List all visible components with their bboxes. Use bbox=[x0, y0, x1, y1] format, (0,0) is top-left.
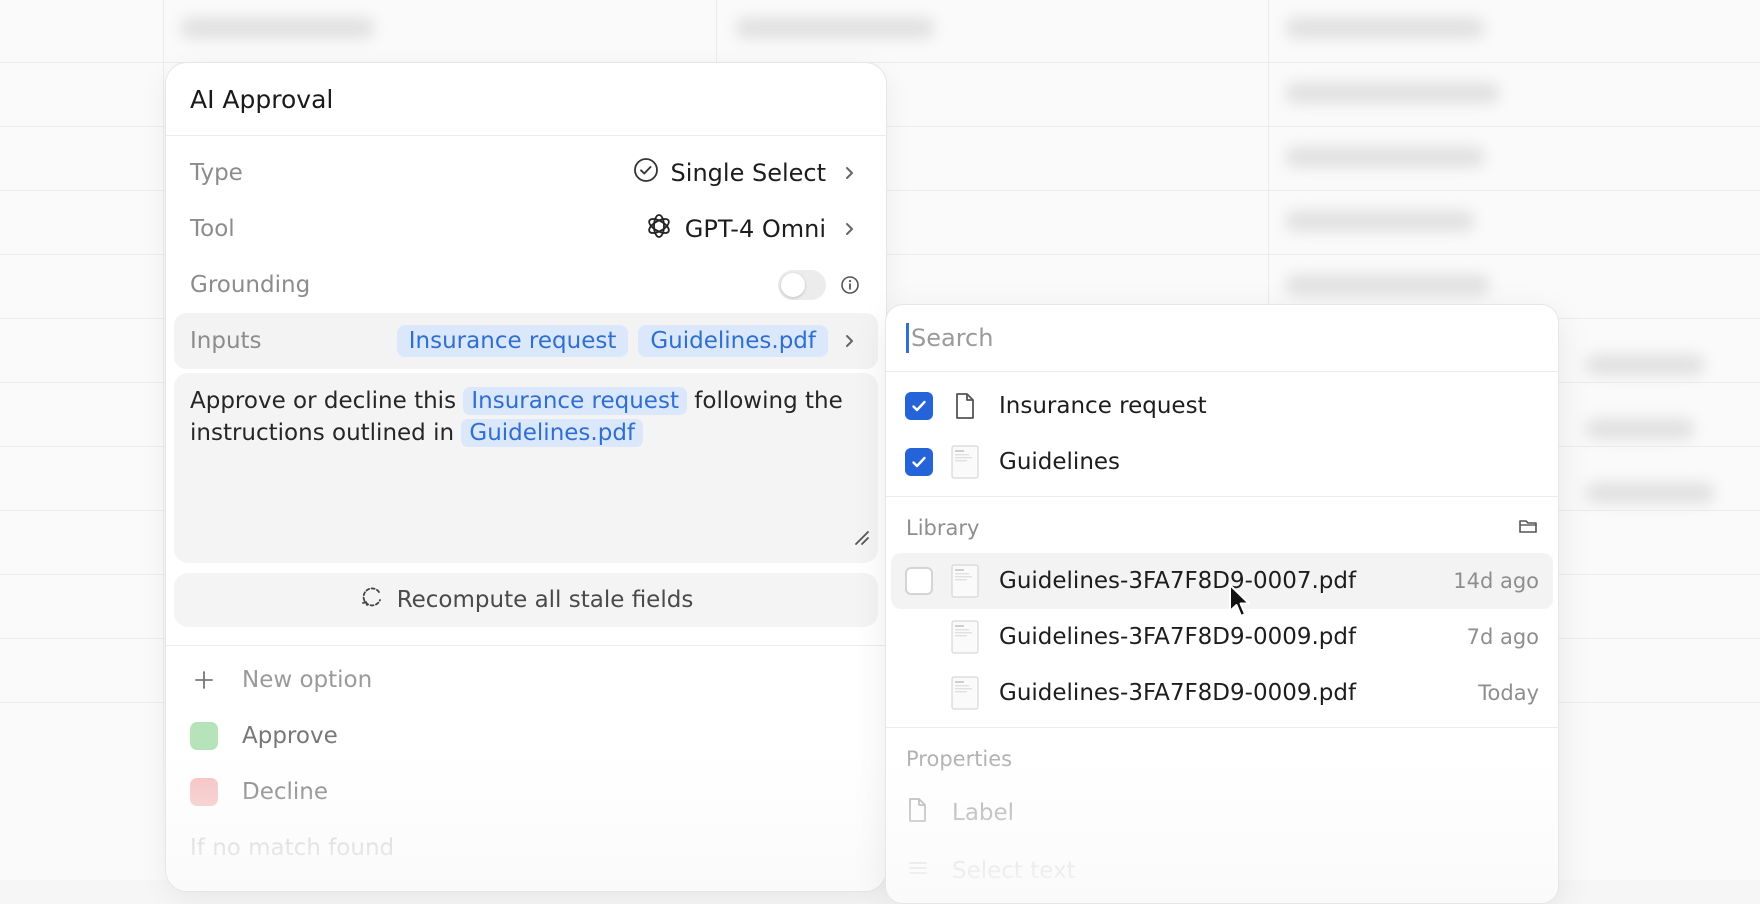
option-color-swatch[interactable] bbox=[190, 722, 218, 750]
tool-label: Tool bbox=[190, 216, 235, 242]
library-section-header: Library bbox=[886, 503, 1558, 553]
property-name: Select text bbox=[952, 858, 1076, 884]
inputs-picker-dropdown: Insurance request Guidelines Library Gui… bbox=[885, 304, 1559, 904]
library-item[interactable]: Guidelines-3FA7F8D9-0009.pdf 7d ago bbox=[891, 609, 1553, 665]
pdf-thumbnail-icon bbox=[951, 564, 979, 598]
property-item-label[interactable]: Label bbox=[886, 784, 1558, 842]
item-name: Guidelines-3FA7F8D9-0007.pdf bbox=[999, 568, 1357, 594]
option-color-swatch[interactable] bbox=[190, 778, 218, 806]
check-circle-icon bbox=[633, 157, 659, 189]
selected-item-guidelines[interactable]: Guidelines bbox=[891, 434, 1553, 490]
openai-logo-icon bbox=[645, 212, 673, 246]
item-timestamp: 7d ago bbox=[1466, 625, 1539, 649]
field-config-panel: AI Approval Type Single Select Tool GPT-… bbox=[165, 62, 887, 892]
properties-section-header: Properties bbox=[886, 734, 1558, 784]
option-label: Approve bbox=[242, 723, 338, 749]
document-icon bbox=[906, 796, 930, 830]
grounding-row: Grounding bbox=[174, 257, 878, 313]
pdf-thumbnail-icon bbox=[951, 620, 979, 654]
library-label: Library bbox=[906, 516, 980, 540]
properties-label: Properties bbox=[906, 747, 1013, 771]
resize-handle-icon[interactable] bbox=[852, 523, 870, 555]
search-input[interactable] bbox=[911, 324, 1471, 352]
folder-icon[interactable] bbox=[1518, 516, 1538, 540]
inputs-label: Inputs bbox=[190, 328, 262, 354]
type-value: Single Select bbox=[670, 159, 826, 187]
recompute-button[interactable]: Recompute all stale fields bbox=[174, 573, 878, 627]
option-label: Decline bbox=[242, 779, 329, 805]
mouse-cursor-icon bbox=[1229, 584, 1250, 617]
no-match-row[interactable]: If no match found bbox=[166, 820, 886, 876]
item-name: Guidelines bbox=[999, 449, 1121, 475]
recompute-label: Recompute all stale fields bbox=[396, 587, 694, 613]
option-decline[interactable]: Decline bbox=[166, 764, 886, 820]
item-name: Guidelines-3FA7F8D9-0009.pdf bbox=[999, 624, 1357, 650]
input-chip-insurance-request[interactable]: Insurance request bbox=[396, 325, 629, 357]
search-row[interactable] bbox=[886, 305, 1558, 372]
item-name: Guidelines-3FA7F8D9-0009.pdf bbox=[999, 680, 1357, 706]
inputs-row[interactable]: Inputs Insurance request Guidelines.pdf bbox=[174, 313, 878, 369]
checkbox-checked[interactable] bbox=[905, 448, 933, 476]
item-timestamp: 14d ago bbox=[1453, 569, 1539, 593]
grounding-label: Grounding bbox=[190, 272, 311, 298]
prompt-editor[interactable]: Approve or decline this Insurance reques… bbox=[174, 373, 878, 563]
tool-value: GPT-4 Omni bbox=[684, 215, 826, 243]
info-icon[interactable] bbox=[838, 273, 862, 297]
chevron-right-icon bbox=[838, 217, 862, 241]
refresh-icon bbox=[359, 584, 385, 616]
new-option-button[interactable]: New option bbox=[166, 652, 886, 708]
plus-icon bbox=[190, 670, 218, 690]
checkbox-checked[interactable] bbox=[905, 392, 933, 420]
prompt-chip-guidelines[interactable]: Guidelines.pdf bbox=[461, 419, 644, 447]
prompt-text: Approve or decline this bbox=[190, 388, 457, 414]
prompt-chip-insurance-request[interactable]: Insurance request bbox=[463, 387, 687, 415]
library-item[interactable]: Guidelines-3FA7F8D9-0007.pdf 14d ago bbox=[891, 553, 1553, 609]
pdf-thumbnail-icon bbox=[951, 445, 979, 479]
input-chip-guidelines[interactable]: Guidelines.pdf bbox=[638, 325, 828, 357]
text-caret bbox=[906, 323, 909, 353]
item-timestamp: Today bbox=[1478, 681, 1539, 705]
option-approve[interactable]: Approve bbox=[166, 708, 886, 764]
new-option-label: New option bbox=[242, 667, 373, 693]
type-label: Type bbox=[190, 160, 243, 186]
list-icon bbox=[906, 856, 930, 886]
library-item[interactable]: Guidelines-3FA7F8D9-0009.pdf Today bbox=[891, 665, 1553, 721]
selected-item-insurance-request[interactable]: Insurance request bbox=[891, 378, 1553, 434]
type-row[interactable]: Type Single Select bbox=[174, 145, 878, 201]
property-name: Label bbox=[952, 800, 1015, 826]
grounding-toggle[interactable] bbox=[778, 270, 826, 300]
item-name: Insurance request bbox=[999, 393, 1207, 419]
chevron-right-icon bbox=[838, 329, 862, 353]
no-match-label: If no match found bbox=[190, 835, 395, 861]
property-item-select-text[interactable]: Select text bbox=[886, 842, 1558, 900]
tool-row[interactable]: Tool GPT-4 Omni bbox=[174, 201, 878, 257]
chevron-right-icon bbox=[838, 161, 862, 185]
pdf-thumbnail-icon bbox=[951, 676, 979, 710]
document-icon bbox=[951, 389, 979, 423]
checkbox-unchecked[interactable] bbox=[905, 567, 933, 595]
panel-title[interactable]: AI Approval bbox=[166, 63, 886, 136]
